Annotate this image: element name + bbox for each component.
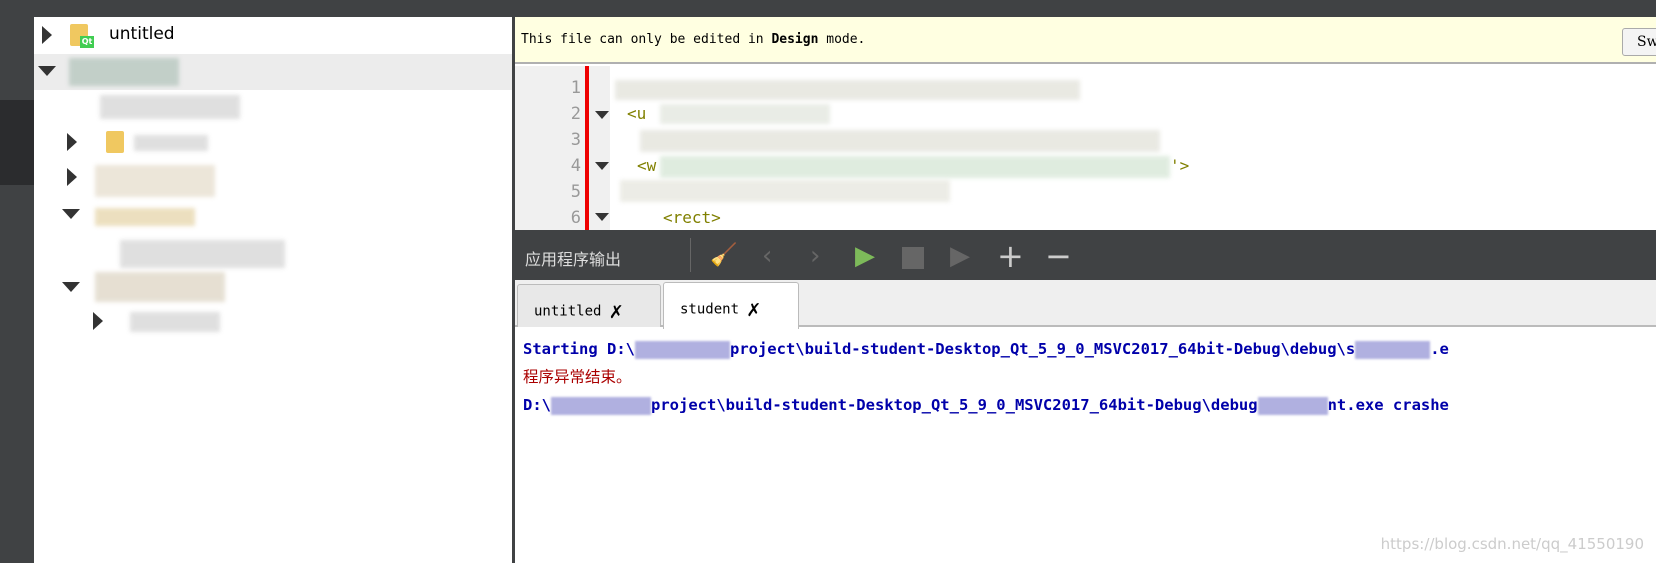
output-line: Starting D:\ project\build-student-Deskto… <box>523 340 1449 359</box>
line-number: 4 <box>570 156 581 176</box>
tab-label: student <box>680 301 740 318</box>
output-line: D:\ project\build-student-Desktop_Qt_5_9_… <box>523 396 1449 415</box>
prev-icon[interactable]: ‹ <box>762 243 772 269</box>
code-line: <w <box>637 156 657 175</box>
mode-sidebar <box>0 0 34 563</box>
switch-mode-button[interactable]: Sw <box>1622 28 1656 56</box>
line-number: 3 <box>570 130 581 150</box>
close-icon[interactable]: ✗ <box>747 297 760 322</box>
redacted-path <box>551 396 651 415</box>
redacted-content <box>95 272 225 302</box>
zoom-out-icon[interactable]: − <box>1045 240 1072 272</box>
mode-sidebar-selected[interactable] <box>0 100 34 185</box>
clear-icon[interactable]: 🧹 <box>710 243 737 269</box>
collapse-arrow-icon[interactable] <box>38 66 56 76</box>
redacted-code <box>660 156 1170 178</box>
stop-icon[interactable] <box>902 247 924 269</box>
code-line: <u <box>627 104 647 123</box>
output-toolbar <box>515 230 1656 280</box>
fold-arrow-icon[interactable] <box>595 111 609 119</box>
toolbar-separator <box>690 238 691 272</box>
output-error-line: 程序异常结束。 <box>523 368 632 386</box>
close-icon[interactable]: ✗ <box>609 299 622 324</box>
line-number: 6 <box>570 208 581 228</box>
expand-arrow-icon[interactable] <box>42 26 52 44</box>
expand-arrow-icon[interactable] <box>67 168 77 186</box>
collapse-arrow-icon[interactable] <box>62 209 80 219</box>
redacted-content <box>95 165 215 197</box>
line-number: 5 <box>570 182 581 202</box>
redacted-path <box>1257 396 1328 415</box>
line-number: 2 <box>570 104 581 124</box>
folder-icon <box>106 131 124 153</box>
redacted-content <box>100 95 240 119</box>
collapse-arrow-icon[interactable] <box>62 282 80 292</box>
output-pane-title: 应用程序输出 <box>525 250 622 269</box>
redacted-content <box>95 208 195 226</box>
design-mode-notice: This file can only be edited in Design m… <box>521 32 866 47</box>
fold-arrow-icon[interactable] <box>595 213 609 221</box>
tree-item-label: untitled <box>109 24 175 44</box>
watermark: https://blog.csdn.net/qq_41550190 <box>1380 535 1644 553</box>
code-line: <rect> <box>663 208 721 227</box>
expand-arrow-icon[interactable] <box>67 133 77 151</box>
tab-label: untitled <box>534 303 602 320</box>
expand-arrow-icon[interactable] <box>93 312 103 330</box>
redacted-code <box>615 80 1080 100</box>
tab-untitled[interactable]: untitled ✗ <box>517 284 661 327</box>
redacted-content <box>69 58 179 86</box>
line-number: 1 <box>570 78 581 98</box>
qt-badge-icon: Qt <box>80 36 94 48</box>
redacted-code <box>660 104 830 124</box>
code-line: '> <box>1170 156 1190 175</box>
next-icon[interactable]: › <box>810 243 820 269</box>
redacted-path <box>634 340 730 359</box>
top-toolbar <box>34 0 1656 17</box>
tree-item-untitled[interactable]: Qt untitled <box>34 20 512 50</box>
redacted-content <box>130 312 220 332</box>
redacted-content <box>120 240 285 268</box>
redacted-content <box>134 135 208 151</box>
tab-student[interactable]: student ✗ <box>663 282 799 329</box>
change-marker <box>585 66 589 230</box>
redacted-code <box>640 130 1160 152</box>
debug-icon[interactable]: ▶ <box>950 243 970 269</box>
run-icon[interactable]: ▶ <box>855 243 875 269</box>
tree-item-selected-redacted[interactable] <box>34 54 512 90</box>
redacted-code <box>620 180 950 202</box>
redacted-path <box>1355 340 1431 359</box>
fold-arrow-icon[interactable] <box>595 162 609 170</box>
zoom-in-icon[interactable]: + <box>997 240 1024 272</box>
